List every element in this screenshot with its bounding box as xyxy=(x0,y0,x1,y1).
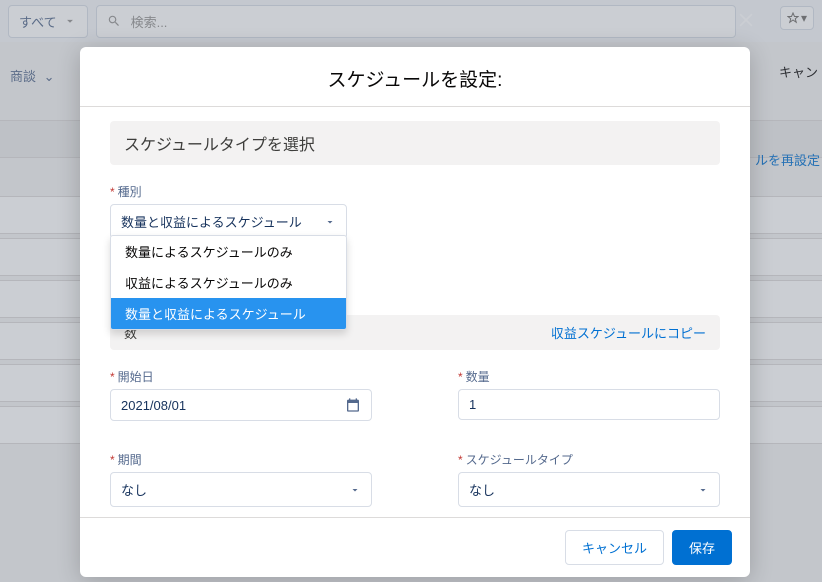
save-button[interactable]: 保存 xyxy=(672,530,732,565)
quantity-section: 数 収益スケジュールにコピー *開始日 2021/08/01 xyxy=(110,315,720,517)
chevron-down-icon xyxy=(349,484,361,496)
required-mark: * xyxy=(458,370,463,384)
required-mark: * xyxy=(110,185,115,199)
chevron-down-icon xyxy=(324,216,336,228)
start-date-value: 2021/08/01 xyxy=(121,398,186,413)
period-select[interactable]: なし xyxy=(110,472,372,507)
chevron-down-icon xyxy=(697,484,709,496)
type-option-quantity-revenue[interactable]: 数量と収益によるスケジュール xyxy=(111,298,346,329)
quantity-value: 1 xyxy=(469,397,476,412)
copy-revenue-schedule-link[interactable]: 収益スケジュールにコピー xyxy=(551,323,706,342)
quantity-input[interactable]: 1 xyxy=(458,389,720,420)
type-label: *種別 xyxy=(110,183,350,200)
period-value: なし xyxy=(121,480,147,499)
start-date-label: *開始日 xyxy=(110,368,372,385)
modal-footer: キャンセル 保存 xyxy=(80,517,750,577)
schedule-type-select[interactable]: なし xyxy=(458,472,720,507)
type-option-quantity-only[interactable]: 数量によるスケジュールのみ xyxy=(111,236,346,267)
type-select[interactable]: 数量と収益によるスケジュール xyxy=(110,204,347,239)
required-mark: * xyxy=(458,453,463,467)
type-dropdown: 数量によるスケジュールのみ 収益によるスケジュールのみ 数量と収益によるスケジュ… xyxy=(110,235,347,330)
type-option-revenue-only[interactable]: 収益によるスケジュールのみ xyxy=(111,267,346,298)
period-label: *期間 xyxy=(110,451,372,468)
field-grid: *開始日 2021/08/01 *数量 1 xyxy=(110,368,720,517)
period-field: *期間 なし xyxy=(110,451,372,507)
schedule-modal: スケジュールを設定: スケジュールタイプを選択 *種別 数量と収益によるスケジュ… xyxy=(80,47,750,577)
type-value: 数量と収益によるスケジュール xyxy=(121,212,302,231)
required-mark: * xyxy=(110,370,115,384)
schedule-type-label: *スケジュールタイプ xyxy=(458,451,720,468)
modal-body[interactable]: スケジュールタイプを選択 *種別 数量と収益によるスケジュール 数量によるスケジ… xyxy=(80,107,750,517)
type-field: *種別 数量と収益によるスケジュール 数量によるスケジュールのみ 収益によるスケ… xyxy=(110,183,350,239)
calendar-icon xyxy=(345,397,361,413)
start-date-field: *開始日 2021/08/01 xyxy=(110,368,372,421)
cancel-button[interactable]: キャンセル xyxy=(565,530,664,565)
quantity-field: *数量 1 xyxy=(458,368,720,421)
schedule-type-field: *スケジュールタイプ なし xyxy=(458,451,720,507)
schedule-type-value: なし xyxy=(469,480,495,499)
modal-title: スケジュールを設定: xyxy=(80,47,750,107)
section-heading-type: スケジュールタイプを選択 xyxy=(110,121,720,165)
required-mark: * xyxy=(110,453,115,467)
start-date-input[interactable]: 2021/08/01 xyxy=(110,389,372,421)
quantity-label: *数量 xyxy=(458,368,720,385)
